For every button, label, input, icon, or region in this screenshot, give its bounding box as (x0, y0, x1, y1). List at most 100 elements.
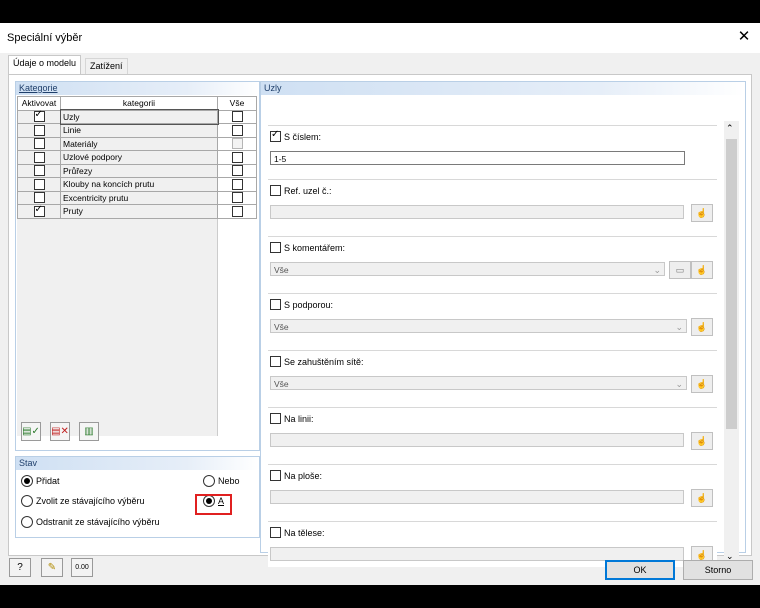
tab-zatizeni[interactable]: Zatížení (85, 58, 128, 74)
select-all-button[interactable]: ▤✓ (21, 422, 41, 441)
section-checkbox[interactable] (270, 356, 281, 367)
ok-button[interactable]: OK (605, 560, 675, 580)
deselect-all-button[interactable]: ▤✕ (50, 422, 70, 441)
pick-icon: ☝ (696, 379, 708, 389)
activate-cell[interactable] (17, 177, 61, 192)
all-checkbox[interactable] (231, 138, 243, 150)
section-label[interactable]: Se zahuštěním sítě: (270, 356, 364, 367)
combo-box[interactable]: Vše ⌄ (270, 319, 687, 333)
combo-box[interactable]: Vše ⌄ (270, 262, 665, 276)
section-checkbox[interactable] (270, 413, 281, 424)
all-checkbox[interactable] (231, 192, 243, 204)
pick-button[interactable]: ☝ (691, 204, 713, 222)
table-row[interactable]: Excentricity prutu (17, 190, 257, 205)
activate-checkbox[interactable] (33, 109, 45, 123)
all-cell[interactable] (217, 190, 257, 205)
tab-udaje-o-modelu[interactable]: Údaje o modelu (8, 55, 82, 74)
units-button[interactable]: 0.00 (71, 558, 93, 577)
all-checkbox[interactable] (231, 178, 243, 190)
table-row[interactable]: Klouby na koncích prutu (17, 177, 257, 192)
disabled-input[interactable] (270, 433, 684, 447)
all-checkbox[interactable] (231, 111, 243, 123)
number-input[interactable]: 1-5 (270, 151, 685, 165)
activate-cell[interactable] (17, 190, 61, 205)
table-row[interactable]: Uzly (17, 109, 257, 125)
section-label[interactable]: Na ploše: (270, 470, 322, 481)
uzly-title: Uzly (261, 82, 745, 95)
help-button[interactable]: ? (9, 558, 31, 577)
activate-checkbox[interactable] (33, 192, 45, 204)
section-checkbox[interactable] (270, 299, 281, 310)
section-checkbox[interactable] (270, 129, 281, 142)
all-cell[interactable] (217, 136, 257, 151)
section-label[interactable]: S komentářem: (270, 242, 345, 253)
section-label[interactable]: S podporou: (270, 299, 333, 310)
section-checkbox[interactable] (270, 470, 281, 481)
all-cell[interactable] (217, 123, 257, 138)
all-checkbox[interactable] (231, 205, 243, 217)
activate-checkbox[interactable] (33, 178, 45, 190)
radio-nebo[interactable]: Nebo (203, 475, 240, 487)
table-row[interactable]: Linie (17, 123, 257, 138)
activate-cell[interactable] (17, 123, 61, 138)
all-cell[interactable] (217, 204, 257, 219)
pick-button[interactable]: ☝ (691, 318, 713, 336)
disabled-input[interactable] (270, 490, 684, 504)
activate-checkbox[interactable] (33, 138, 45, 150)
cancel-button[interactable]: Storno (683, 560, 753, 580)
invert-selection-button[interactable]: ▥ (79, 422, 99, 441)
activate-checkbox[interactable] (33, 151, 45, 163)
combo-value: Vše (274, 265, 289, 275)
table-row[interactable]: Pruty (17, 204, 257, 219)
all-checkbox[interactable] (231, 151, 243, 163)
section-checkbox[interactable] (270, 527, 281, 538)
all-checkbox[interactable] (231, 165, 243, 177)
radio-zvolit[interactable]: Zvolit ze stávajícího výběru (21, 495, 145, 507)
activate-cell[interactable] (17, 150, 61, 165)
edit-button[interactable]: ✎ (41, 558, 63, 577)
combo-value: Vše (274, 322, 289, 332)
all-cell[interactable] (217, 177, 257, 192)
section-label-text: Na tělese: (284, 527, 325, 538)
section-checkbox[interactable] (270, 185, 281, 196)
edit-comment-button[interactable]: ▭ (669, 261, 691, 279)
combo-box[interactable]: Vše ⌄ (270, 376, 687, 390)
chevron-down-icon: ⌄ (653, 265, 661, 275)
close-button[interactable]: ✕ (736, 28, 752, 46)
scrollbar-thumb[interactable] (726, 139, 737, 429)
radio-pridat-dot (21, 475, 33, 487)
disabled-input[interactable] (270, 205, 684, 219)
all-cell[interactable] (217, 150, 257, 165)
header-category: kategorii (60, 96, 218, 111)
activate-checkbox[interactable] (33, 165, 45, 177)
activate-checkbox[interactable] (33, 204, 45, 217)
uzly-scrollbar[interactable]: ⌃ ⌄ (724, 121, 739, 566)
pick-button[interactable]: ☝ (691, 432, 713, 450)
activate-cell[interactable] (17, 109, 61, 124)
table-row[interactable]: Průřezy (17, 163, 257, 178)
radio-odstranit[interactable]: Odstranit ze stávajícího výběru (21, 516, 160, 528)
radio-pridat[interactable]: Přidat (21, 475, 60, 487)
radio-nebo-dot (203, 475, 215, 487)
header-all: Vše (217, 96, 257, 111)
section-checkbox[interactable] (270, 242, 281, 253)
activate-checkbox[interactable] (33, 124, 45, 136)
activate-cell[interactable] (17, 204, 61, 219)
section-label[interactable]: Na linii: (270, 413, 314, 424)
disabled-input[interactable] (270, 547, 684, 561)
section-label[interactable]: S číslem: (270, 129, 321, 142)
activate-cell[interactable] (17, 136, 61, 151)
all-cell[interactable] (217, 109, 257, 124)
activate-cell[interactable] (17, 163, 61, 178)
all-checkbox[interactable] (231, 124, 243, 136)
section-label[interactable]: Na tělese: (270, 527, 325, 538)
section-label[interactable]: Ref. uzel č.: (270, 185, 332, 196)
all-cell[interactable] (217, 163, 257, 178)
scroll-up-icon[interactable]: ⌃ (726, 123, 734, 134)
pick-button[interactable]: ☝ (691, 375, 713, 393)
pick-button[interactable]: ☝ (691, 261, 713, 279)
table-row[interactable]: Uzlové podpory (17, 150, 257, 165)
category-label: Linie (60, 123, 218, 138)
pick-button[interactable]: ☝ (691, 489, 713, 507)
table-row[interactable]: Materiály (17, 136, 257, 151)
